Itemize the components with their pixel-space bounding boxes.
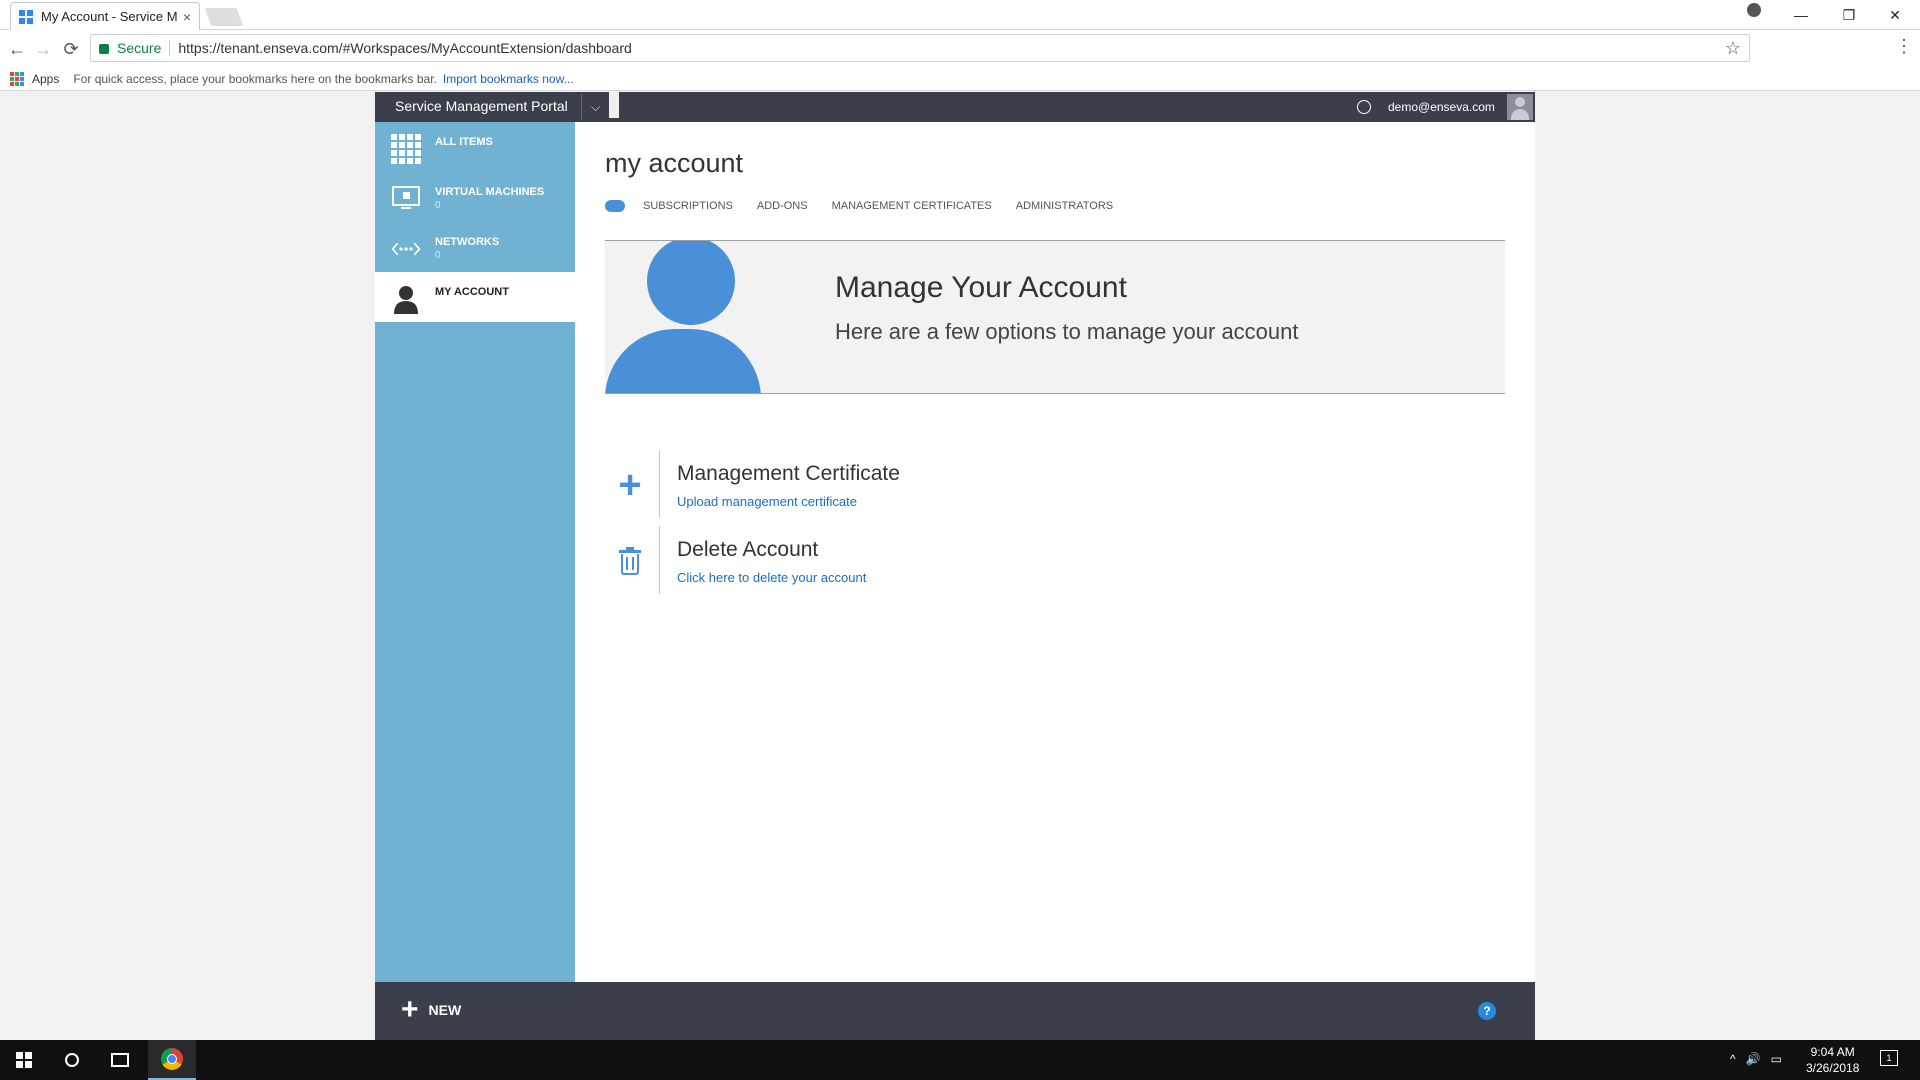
apps-link[interactable]: Apps [32, 72, 59, 86]
user-silhouette-body [605, 329, 761, 393]
restore-button[interactable]: ❐ [1826, 0, 1872, 30]
tab-administrators[interactable]: ADMINISTRATORS [1016, 200, 1113, 212]
sidebar-item-label: MY ACCOUNT [435, 286, 509, 298]
windows-favicon-icon [19, 9, 33, 24]
browser-menu-icon[interactable]: ⋮ [1895, 36, 1913, 57]
portal-brand[interactable]: Service Management Portal [395, 98, 568, 114]
plus-icon: + [401, 993, 419, 1026]
taskbar: ^ 🔊 ▭ 9:04 AM 3/26/2018 1 [0, 1040, 1920, 1080]
hero-title: Manage Your Account [835, 271, 1127, 304]
sidebar-item-my-account[interactable]: MY ACCOUNT [375, 272, 575, 322]
hero-subtitle: Here are a few options to manage your ac… [835, 319, 1299, 344]
notification-icon[interactable]: 1 [1880, 1050, 1898, 1066]
new-button[interactable]: + NEW [401, 993, 462, 1026]
scroll-grip[interactable] [609, 92, 619, 118]
plus-icon[interactable]: + [605, 460, 655, 510]
tab-close-icon[interactable]: × [183, 9, 191, 25]
close-window-button[interactable]: ✕ [1872, 0, 1918, 30]
url-text[interactable]: https://tenant.enseva.com/#Workspaces/My… [178, 40, 631, 56]
search-icon [65, 1053, 79, 1067]
user-email[interactable]: demo@enseva.com [1388, 100, 1495, 114]
clock-date: 3/26/2018 [1806, 1061, 1860, 1075]
delete-account-link[interactable]: Click here to delete your account [677, 570, 866, 585]
sidebar-item-label: NETWORKS [435, 236, 500, 248]
forward-button[interactable]: → [30, 36, 56, 62]
windows-icon [16, 1052, 32, 1068]
reload-button[interactable]: ⟳ [58, 36, 84, 62]
chevron-down-icon[interactable]: ⌵ [581, 94, 609, 120]
new-tab-button[interactable] [204, 8, 244, 26]
sidebar: ALL ITEMS VIRTUAL MACHINES 0 NETWORKS 0 … [375, 122, 575, 982]
portal-top-bar: Service Management Portal ⌵ demo@enseva.… [375, 92, 1535, 122]
trash-icon[interactable] [605, 536, 655, 586]
secure-label: Secure [117, 40, 162, 56]
system-tray: ^ 🔊 ▭ [1730, 1052, 1782, 1066]
user-icon [394, 286, 418, 314]
network-status-icon[interactable]: ▭ [1771, 1052, 1782, 1066]
user-silhouette-icon [647, 241, 735, 325]
omnibox-separator [169, 40, 171, 56]
start-button[interactable] [0, 1040, 48, 1080]
monitor-icon [392, 186, 420, 209]
sidebar-item-all-items[interactable]: ALL ITEMS [375, 122, 575, 172]
search-button[interactable] [48, 1040, 96, 1080]
browser-tab[interactable]: My Account - Service Ma × [10, 2, 200, 30]
sidebar-item-virtual-machines[interactable]: VIRTUAL MACHINES 0 [375, 172, 575, 222]
action-title: Delete Account [677, 538, 819, 561]
sidebar-item-networks[interactable]: NETWORKS 0 [375, 222, 575, 272]
chrome-icon [161, 1048, 183, 1070]
volume-icon[interactable]: 🔊 [1746, 1052, 1761, 1066]
delete-account-action: Delete Account Click here to delete your… [605, 526, 1505, 598]
page-title: my account [605, 148, 744, 178]
new-label: NEW [428, 1002, 462, 1018]
sidebar-item-count: 0 [435, 200, 441, 211]
tab-management-certificates[interactable]: MANAGEMENT CERTIFICATES [832, 200, 992, 212]
grid-icon [391, 134, 421, 164]
management-certificate-action: + Management Certificate Upload manageme… [605, 450, 1505, 522]
cloud-icon[interactable] [605, 200, 625, 212]
divider [659, 450, 660, 518]
portal-bottom-bar: + NEW ? [375, 982, 1535, 1040]
bookmarks-hint: For quick access, place your bookmarks h… [73, 71, 437, 86]
sidebar-item-label: ALL ITEMS [435, 136, 493, 148]
address-bar[interactable]: Secure https://tenant.enseva.com/#Worksp… [90, 34, 1750, 62]
portal-window: Service Management Portal ⌵ demo@enseva.… [375, 92, 1535, 1040]
import-bookmarks-link[interactable]: Import bookmarks now... [443, 72, 574, 86]
profile-icon[interactable] [1747, 3, 1761, 17]
task-view-icon [111, 1053, 129, 1067]
address-bar-row: ← → ⟳ Secure https://tenant.enseva.com/#… [0, 30, 1920, 67]
help-icon[interactable]: ? [1478, 1002, 1496, 1020]
divider [659, 526, 660, 594]
clock[interactable]: 9:04 AM 3/26/2018 [1806, 1044, 1859, 1076]
minimize-button[interactable]: — [1778, 0, 1824, 30]
bookmarks-bar: Apps For quick access, place your bookma… [0, 67, 1920, 91]
account-subnav: SUBSCRIPTIONS ADD-ONS MANAGEMENT CERTIFI… [605, 200, 1137, 212]
show-hidden-icons-icon[interactable]: ^ [1730, 1052, 1736, 1066]
lock-icon [99, 44, 109, 54]
tab-subscriptions[interactable]: SUBSCRIPTIONS [643, 200, 733, 212]
task-view-button[interactable] [96, 1040, 144, 1080]
back-button[interactable]: ← [4, 36, 30, 62]
sidebar-item-label: VIRTUAL MACHINES [435, 186, 545, 198]
network-icon [391, 242, 421, 256]
chrome-taskbar-button[interactable] [148, 1040, 196, 1080]
tab-add-ons[interactable]: ADD-ONS [757, 200, 808, 212]
sidebar-item-count: 0 [435, 250, 441, 261]
apps-icon[interactable] [10, 71, 24, 86]
upload-certificate-link[interactable]: Upload management certificate [677, 494, 857, 509]
bookmark-star-icon[interactable]: ☆ [1725, 38, 1741, 59]
tab-title: My Account - Service Ma [41, 9, 177, 24]
clock-time: 9:04 AM [1810, 1045, 1855, 1059]
action-title: Management Certificate [677, 462, 900, 485]
browser-tab-strip: My Account - Service Ma × — ❐ ✕ [0, 0, 1920, 30]
main-content: my account SUBSCRIPTIONS ADD-ONS MANAGEM… [575, 122, 1535, 982]
account-hero-banner: Manage Your Account Here are a few optio… [605, 240, 1505, 394]
avatar[interactable] [1507, 94, 1533, 120]
globe-icon[interactable] [1357, 100, 1371, 114]
